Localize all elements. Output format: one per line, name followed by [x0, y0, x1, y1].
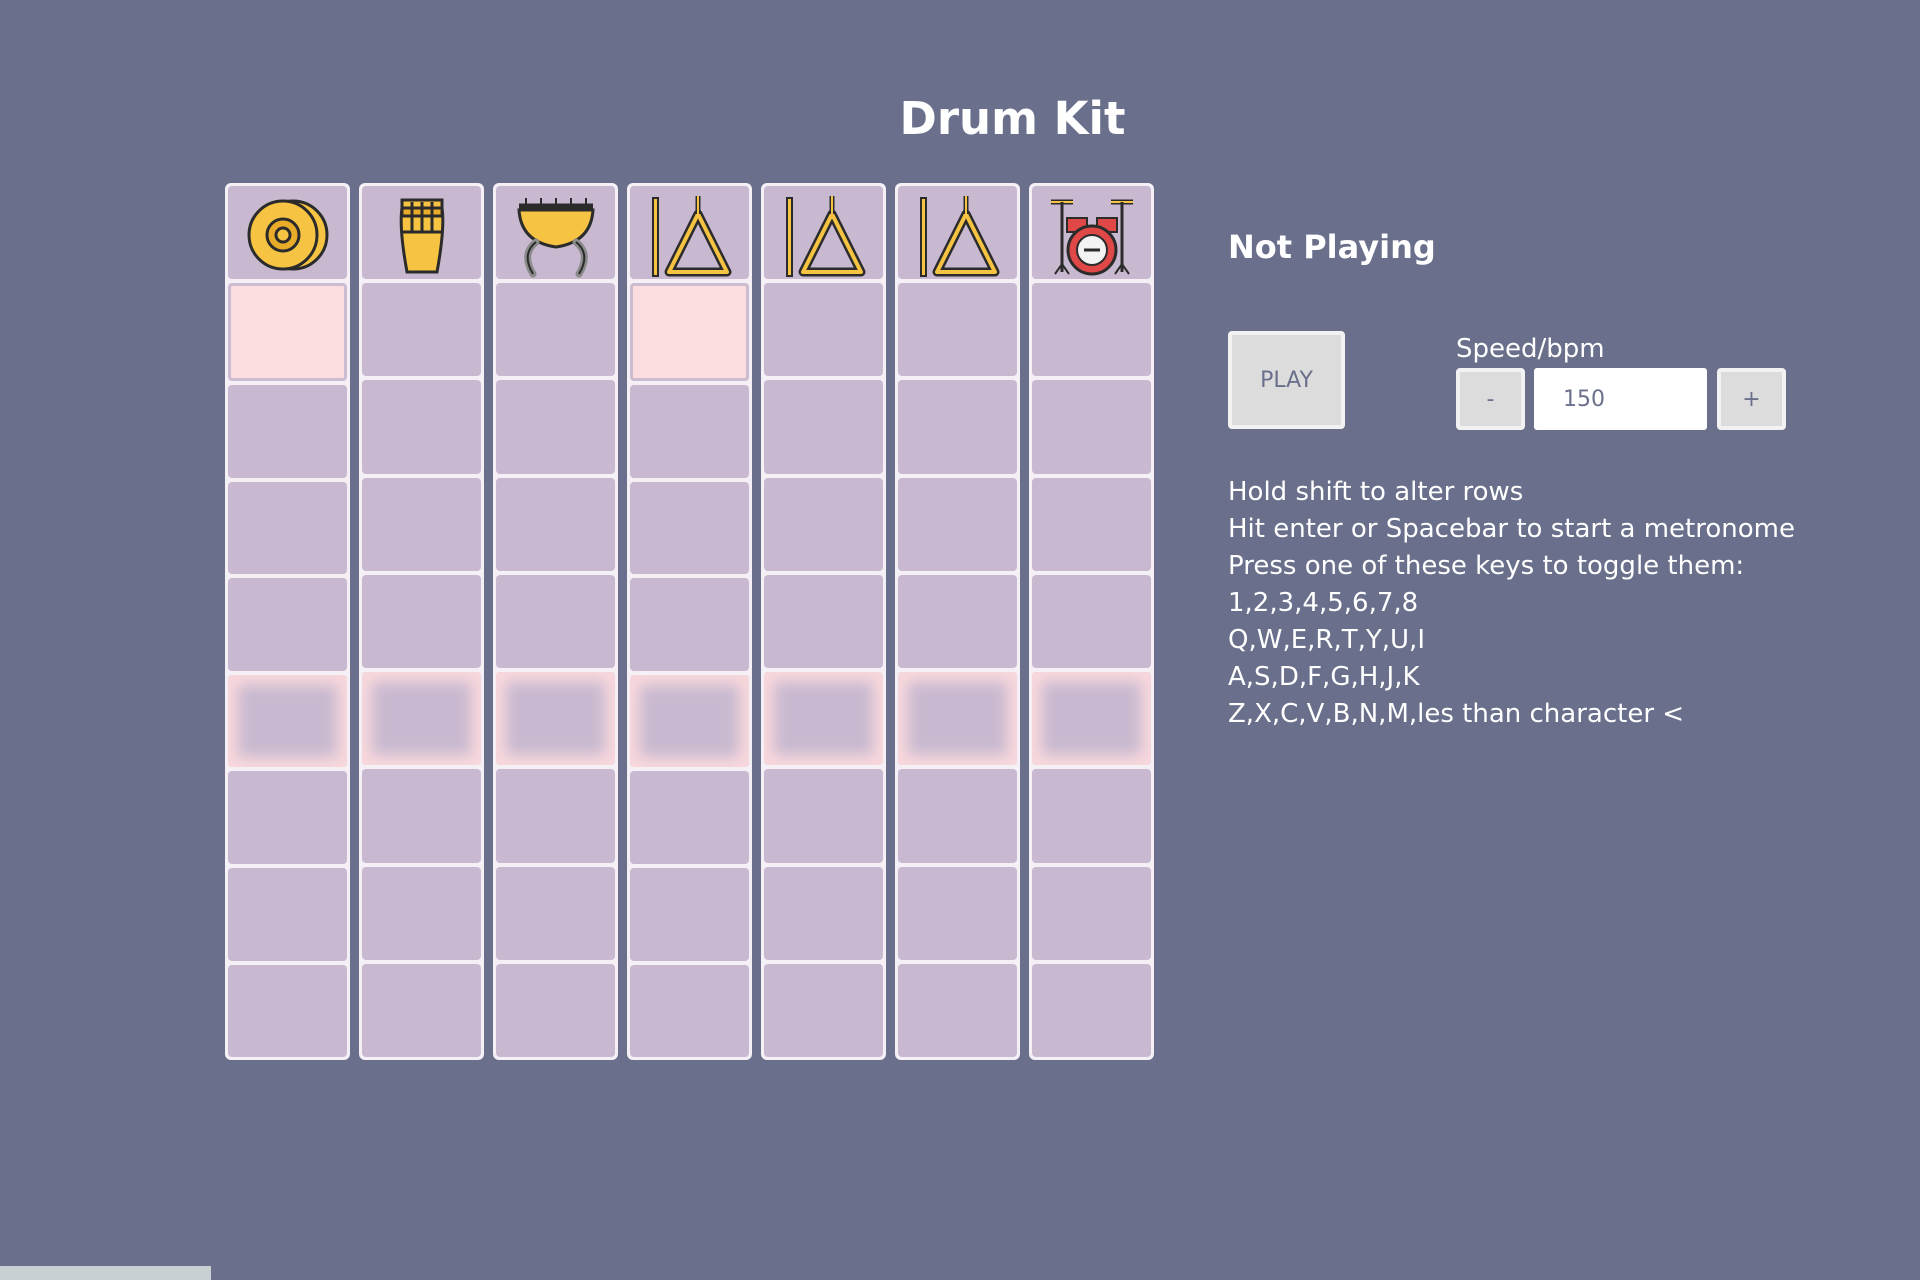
- cymbal-icon: [228, 192, 347, 278]
- conga-drum-icon: [362, 192, 481, 278]
- drum-kit-icon: [1032, 192, 1151, 278]
- step-cell[interactable]: [496, 672, 615, 766]
- step-cell[interactable]: [630, 964, 749, 1057]
- instrument-header[interactable]: RightTom: [630, 186, 749, 279]
- instrument-header[interactable]: Kick: [1032, 186, 1151, 280]
- step-cell[interactable]: [630, 771, 749, 864]
- step-cell[interactable]: [764, 672, 883, 766]
- step-cell[interactable]: [630, 481, 749, 575]
- step-cell[interactable]: [898, 283, 1017, 377]
- step-cell[interactable]: [496, 380, 615, 474]
- speed-input[interactable]: [1534, 368, 1707, 430]
- step-cell[interactable]: [630, 578, 749, 671]
- instrument-column: FloorTom: [895, 183, 1020, 1060]
- step-cell[interactable]: [764, 769, 883, 863]
- step-cell[interactable]: [496, 769, 615, 863]
- step-cell[interactable]: [362, 574, 481, 669]
- step-cell[interactable]: [630, 385, 749, 478]
- instruction-line: A,S,D,F,G,H,J,K: [1228, 662, 1420, 692]
- step-cell[interactable]: [228, 282, 347, 382]
- instrument-column: RightTom: [627, 183, 752, 1060]
- step-cell[interactable]: [1032, 477, 1151, 571]
- page-title: Drum Kit: [899, 92, 1126, 145]
- step-cell[interactable]: [898, 963, 1017, 1057]
- step-cell[interactable]: [1032, 769, 1151, 863]
- decrease-speed-button[interactable]: -: [1456, 368, 1525, 430]
- step-cell[interactable]: [496, 866, 615, 960]
- instruction-line: Q,W,E,R,T,Y,U,I: [1228, 625, 1425, 655]
- step-cell[interactable]: [1032, 380, 1151, 474]
- step-cell[interactable]: [898, 477, 1017, 571]
- instructions: Hold shift to alter rows Hit enter or Spa…: [1228, 474, 1795, 733]
- step-cell[interactable]: [496, 963, 615, 1057]
- instruction-line: Press one of these keys to toggle them:: [1228, 551, 1745, 581]
- sequencer-grid: CrashHiHatSnareRightTomLeftTomFloorTomKi…: [225, 183, 1154, 1060]
- triangle-instrument-icon: [764, 192, 883, 278]
- step-cell[interactable]: [898, 866, 1017, 960]
- step-cell[interactable]: [898, 769, 1017, 863]
- step-cell[interactable]: [764, 283, 883, 377]
- playback-status: Not Playing: [1228, 228, 1436, 266]
- step-cell[interactable]: [630, 674, 749, 768]
- instruction-line: Hit enter or Spacebar to start a metrono…: [1228, 514, 1795, 544]
- instrument-column: HiHat: [359, 183, 484, 1060]
- step-cell[interactable]: [764, 380, 883, 474]
- instruction-line: Hold shift to alter rows: [1228, 477, 1524, 507]
- step-cell[interactable]: [362, 283, 481, 377]
- step-cell[interactable]: [228, 674, 347, 768]
- step-cell[interactable]: [898, 574, 1017, 669]
- step-cell[interactable]: [228, 964, 347, 1057]
- step-cell[interactable]: [1032, 866, 1151, 960]
- step-cell[interactable]: [898, 380, 1017, 474]
- step-cell[interactable]: [764, 574, 883, 669]
- instruction-line: 1,2,3,4,5,6,7,8: [1228, 588, 1419, 618]
- instrument-column: Snare: [493, 183, 618, 1060]
- triangle-instrument-icon: [630, 192, 749, 278]
- instrument-header[interactable]: HiHat: [362, 186, 481, 280]
- step-cell[interactable]: [630, 282, 749, 382]
- step-cell[interactable]: [764, 963, 883, 1057]
- instrument-column: Kick: [1029, 183, 1154, 1060]
- step-cell[interactable]: [228, 771, 347, 864]
- step-cell[interactable]: [764, 477, 883, 571]
- step-cell[interactable]: [362, 866, 481, 960]
- instrument-header[interactable]: LeftTom: [764, 186, 883, 280]
- instrument-header[interactable]: FloorTom: [898, 186, 1017, 280]
- step-cell[interactable]: [1032, 574, 1151, 669]
- step-cell[interactable]: [496, 283, 615, 377]
- triangle-instrument-icon: [898, 192, 1017, 278]
- scrollbar[interactable]: [0, 1266, 211, 1280]
- step-cell[interactable]: [496, 477, 615, 571]
- instruction-line: Z,X,C,V,B,N,M,les than character <: [1228, 699, 1685, 729]
- step-cell[interactable]: [228, 385, 347, 478]
- step-cell[interactable]: [764, 866, 883, 960]
- instrument-header[interactable]: Crash: [228, 186, 347, 279]
- step-cell[interactable]: [1032, 672, 1151, 766]
- instrument-column: LeftTom: [761, 183, 886, 1060]
- step-cell[interactable]: [362, 963, 481, 1057]
- kettle-drum-icon: [496, 192, 615, 278]
- increase-speed-button[interactable]: +: [1717, 368, 1786, 430]
- step-cell[interactable]: [630, 867, 749, 961]
- instrument-header[interactable]: Snare: [496, 186, 615, 280]
- speed-label: Speed/bpm: [1456, 334, 1605, 364]
- step-cell[interactable]: [496, 574, 615, 669]
- step-cell[interactable]: [362, 380, 481, 474]
- step-cell[interactable]: [228, 867, 347, 961]
- step-cell[interactable]: [228, 578, 347, 671]
- step-cell[interactable]: [362, 477, 481, 571]
- step-cell[interactable]: [362, 672, 481, 766]
- instrument-column: Crash: [225, 183, 350, 1060]
- step-cell[interactable]: [1032, 963, 1151, 1057]
- step-cell[interactable]: [898, 672, 1017, 766]
- step-cell[interactable]: [1032, 283, 1151, 377]
- step-cell[interactable]: [228, 481, 347, 575]
- step-cell[interactable]: [362, 769, 481, 863]
- play-button[interactable]: PLAY: [1228, 331, 1345, 429]
